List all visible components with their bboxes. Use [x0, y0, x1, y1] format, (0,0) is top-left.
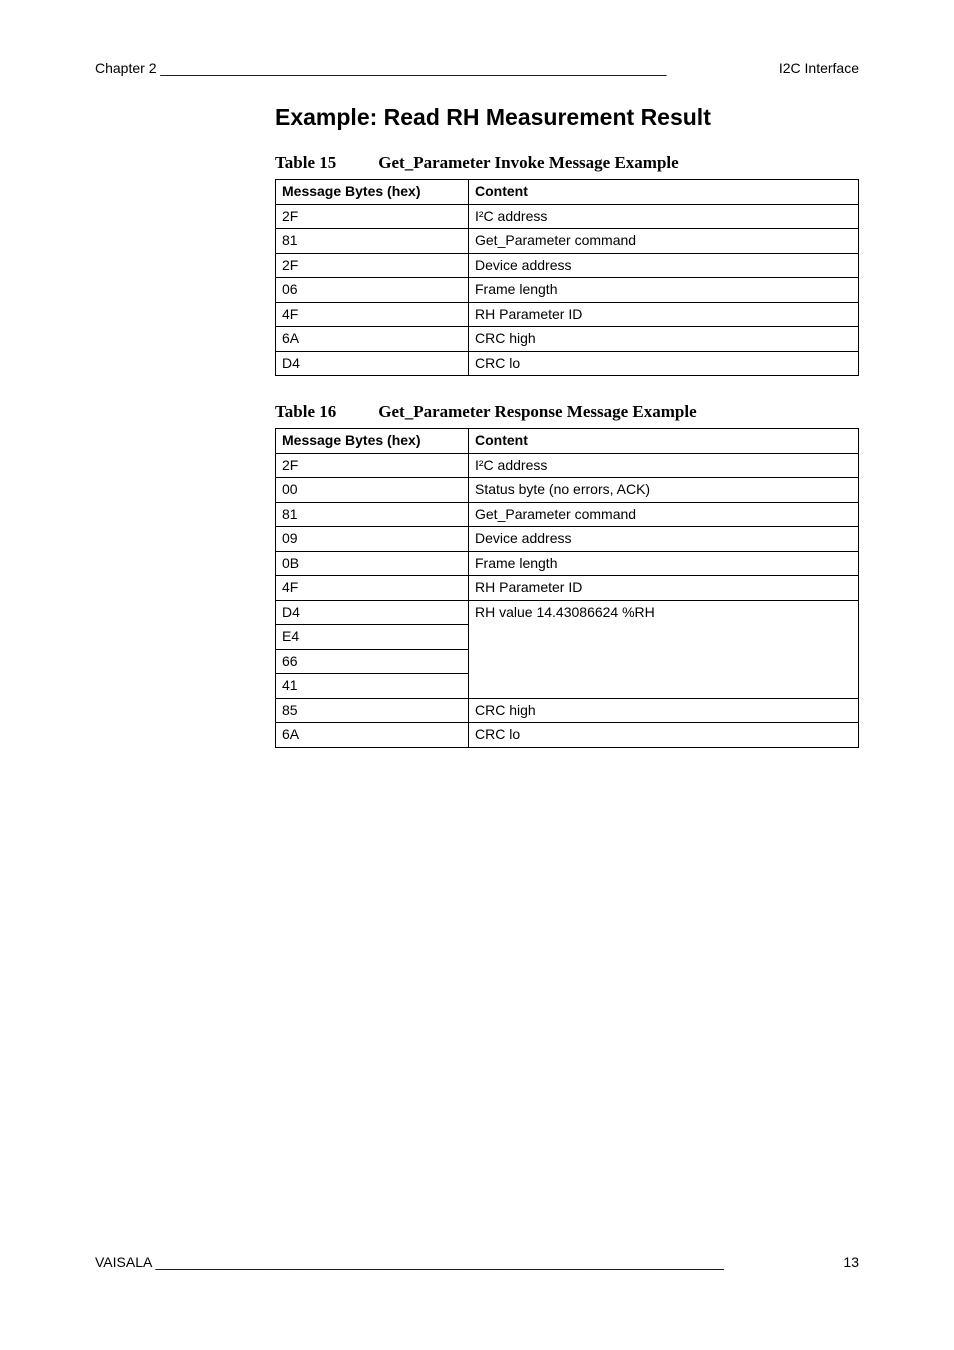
- cell-bytes: 81: [276, 502, 469, 527]
- table16-caption: Table 16 Get_Parameter Response Message E…: [275, 402, 859, 422]
- cell-content: Frame length: [469, 278, 859, 303]
- cell-bytes: 6A: [276, 327, 469, 352]
- cell-content: Get_Parameter command: [469, 502, 859, 527]
- cell-content: RH value 14.43086624 %RH: [469, 600, 859, 625]
- table-row: 2FI²C address: [276, 204, 859, 229]
- table16-header-bytes: Message Bytes (hex): [276, 429, 469, 454]
- cell-content: CRC high: [469, 327, 859, 352]
- cell-content: Device address: [469, 527, 859, 552]
- cell-content: CRC lo: [469, 723, 859, 748]
- cell-content: I²C address: [469, 453, 859, 478]
- cell-content: [469, 625, 859, 650]
- cell-bytes: D4: [276, 600, 469, 625]
- cell-content: Status byte (no errors, ACK): [469, 478, 859, 503]
- table15-caption-label: Table 15: [275, 153, 336, 172]
- cell-bytes: 2F: [276, 204, 469, 229]
- table15-header-bytes: Message Bytes (hex): [276, 180, 469, 205]
- cell-content: [469, 674, 859, 699]
- page-footer: VAISALA ________________________________…: [95, 1254, 859, 1270]
- cell-bytes: 0B: [276, 551, 469, 576]
- cell-bytes: 81: [276, 229, 469, 254]
- table16-caption-title: Get_Parameter Response Message Example: [378, 402, 696, 421]
- table-row: 2FI²C address: [276, 453, 859, 478]
- table-row: 4FRH Parameter ID: [276, 576, 859, 601]
- table-row: 6ACRC lo: [276, 723, 859, 748]
- table16-header-content: Content: [469, 429, 859, 454]
- table-row: 81Get_Parameter command: [276, 502, 859, 527]
- table-row: 0BFrame length: [276, 551, 859, 576]
- footer-page-number: 13: [843, 1254, 859, 1270]
- table-row: D4CRC lo: [276, 351, 859, 376]
- footer-left: VAISALA ________________________________…: [95, 1254, 724, 1270]
- table-row: 81Get_Parameter command: [276, 229, 859, 254]
- table-row: D4RH value 14.43086624 %RH: [276, 600, 859, 625]
- cell-content: RH Parameter ID: [469, 302, 859, 327]
- table-row: 2FDevice address: [276, 253, 859, 278]
- table-row: 66: [276, 649, 859, 674]
- section-title: Example: Read RH Measurement Result: [275, 104, 859, 131]
- cell-bytes: 4F: [276, 302, 469, 327]
- cell-bytes: 6A: [276, 723, 469, 748]
- page-header: Chapter 2 ______________________________…: [95, 60, 859, 76]
- cell-bytes: E4: [276, 625, 469, 650]
- cell-bytes: 06: [276, 278, 469, 303]
- table-row: 06Frame length: [276, 278, 859, 303]
- table-row: 6ACRC high: [276, 327, 859, 352]
- cell-content: CRC high: [469, 698, 859, 723]
- cell-bytes: 41: [276, 674, 469, 699]
- table-row: 00Status byte (no errors, ACK): [276, 478, 859, 503]
- cell-content: Frame length: [469, 551, 859, 576]
- cell-bytes: 09: [276, 527, 469, 552]
- cell-bytes: 2F: [276, 253, 469, 278]
- table15-caption: Table 15 Get_Parameter Invoke Message Exa…: [275, 153, 859, 173]
- header-right: I2C Interface: [779, 60, 859, 76]
- header-left: Chapter 2 ______________________________…: [95, 60, 666, 76]
- cell-bytes: 4F: [276, 576, 469, 601]
- table-row: 09Device address: [276, 527, 859, 552]
- cell-bytes: 85: [276, 698, 469, 723]
- cell-content: Device address: [469, 253, 859, 278]
- table15-caption-title: Get_Parameter Invoke Message Example: [378, 153, 678, 172]
- cell-content: [469, 649, 859, 674]
- table-row: E4: [276, 625, 859, 650]
- cell-content: RH Parameter ID: [469, 576, 859, 601]
- table-row: 4FRH Parameter ID: [276, 302, 859, 327]
- cell-content: CRC lo: [469, 351, 859, 376]
- table16: Message Bytes (hex) Content 2FI²C addres…: [275, 428, 859, 748]
- cell-bytes: D4: [276, 351, 469, 376]
- table-row: 41: [276, 674, 859, 699]
- cell-content: I²C address: [469, 204, 859, 229]
- table15-header-content: Content: [469, 180, 859, 205]
- table-row: Message Bytes (hex) Content: [276, 429, 859, 454]
- cell-bytes: 2F: [276, 453, 469, 478]
- table-row: 85CRC high: [276, 698, 859, 723]
- cell-bytes: 00: [276, 478, 469, 503]
- table15: Message Bytes (hex) Content 2FI²C addres…: [275, 179, 859, 376]
- table-row: Message Bytes (hex) Content: [276, 180, 859, 205]
- cell-bytes: 66: [276, 649, 469, 674]
- cell-content: Get_Parameter command: [469, 229, 859, 254]
- table16-caption-label: Table 16: [275, 402, 336, 421]
